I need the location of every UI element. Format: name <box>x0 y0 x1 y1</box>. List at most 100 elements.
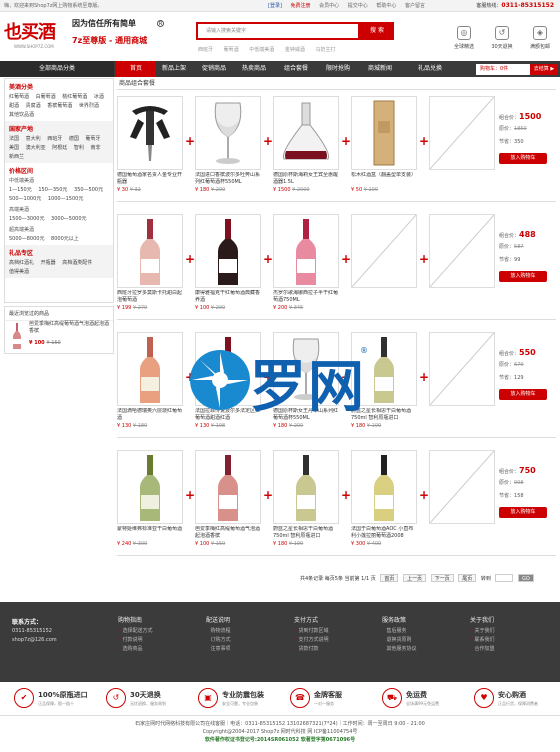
login-link[interactable]: [登录] <box>268 3 282 9</box>
checkout-button[interactable]: 去结算 ▶ <box>530 64 558 75</box>
feedback-link[interactable]: 客户留言 <box>405 3 425 9</box>
submit-center-link[interactable]: 提交中心 <box>348 3 368 9</box>
sidebar-link[interactable]: 1—150元 <box>9 187 32 193</box>
pager-next[interactable]: 下一页 <box>430 574 454 582</box>
sidebar-link[interactable]: 350—500元 <box>74 187 103 193</box>
product-name[interactable]: 蒙特姬维弗标准亚干白葡萄酒 <box>117 526 183 540</box>
product-image[interactable] <box>195 96 261 170</box>
sidebar-link[interactable]: 澳大利亚 <box>26 145 46 151</box>
nav-item-combo[interactable]: 组合套餐 <box>276 61 316 77</box>
wine-bottle-thumb[interactable] <box>11 323 23 349</box>
footer-link[interactable]: 付款说明 <box>118 636 188 645</box>
combo-product[interactable] <box>351 214 417 305</box>
hot-word[interactable]: 金钟威酒 <box>285 47 305 53</box>
product-name[interactable] <box>429 172 495 186</box>
sidebar-link[interactable]: 葡萄牙 <box>85 136 100 142</box>
sidebar-link[interactable]: 高档酒类配件 <box>62 260 92 266</box>
product-name[interactable]: 德国原杯斯海莉女王宾至惠醒酒器1.5L <box>273 172 339 186</box>
sidebar-link[interactable]: 5000—8000元 <box>9 236 44 242</box>
pager-last[interactable]: 尾页 <box>458 574 477 582</box>
hot-word[interactable]: 马奶主打 <box>315 47 335 53</box>
sidebar-link[interactable]: 德国 <box>69 136 79 142</box>
combo-product[interactable]: 蒙特姬维弗标准亚干白葡萄酒 ¥ 240 ¥ 300 <box>117 450 183 547</box>
product-name[interactable] <box>429 526 495 540</box>
sidebar-link[interactable]: 新西兰 <box>9 154 24 160</box>
combo-product[interactable]: 芭爱季梅红高缇葡萄酒气泡酒起泡酒香槟 ¥ 100 ¥ 150 <box>195 450 261 547</box>
sidebar-link[interactable]: 法国 <box>9 136 19 142</box>
product-image[interactable] <box>117 332 183 406</box>
sidebar-link[interactable]: 开瓶器 <box>41 260 56 266</box>
combo-product[interactable]: 法国进口香槟波尔多吐奔山系列红葡萄酒杯550ML ¥ 180 ¥ 200 <box>195 96 261 193</box>
sidebar-link[interactable]: 世界烈酒 <box>79 103 99 109</box>
combo-product[interactable]: 蔚蓝之星长相思干白葡萄酒750ml 智利原瓶进口 ¥ 180 ¥ 199 <box>273 450 339 547</box>
sidebar-link[interactable]: 500—1000元 <box>9 196 41 202</box>
footer-link[interactable]: 退换货原则 <box>382 636 452 645</box>
product-name[interactable]: 芭爱季梅红高缇葡萄酒气泡酒起泡酒香槟 <box>195 526 261 540</box>
sidebar-link[interactable]: 红葡萄酒 <box>9 94 29 100</box>
product-name[interactable]: 西班牙拉罗多莫斯卡托甜白起泡葡萄酒 <box>117 290 183 304</box>
search-input[interactable]: 请输入搜索关键字 <box>196 22 360 40</box>
footer-link[interactable]: 注意事项 <box>206 645 276 654</box>
product-image[interactable] <box>117 450 183 524</box>
product-image[interactable] <box>273 214 339 288</box>
product-name[interactable]: 杰罗尔歌海娜西拉子半干红葡萄酒750ML <box>273 290 339 304</box>
product-name[interactable]: 法国滴哈德瑞奥六层烧红葡萄酒 <box>117 408 183 422</box>
combo-product[interactable]: 法国滴哈德瑞奥六层烧红葡萄酒 ¥ 130 ¥ 180 <box>117 332 183 429</box>
sidebar-link[interactable]: 冰酒 <box>94 94 104 100</box>
footer-link[interactable]: 售后服务 <box>382 627 452 636</box>
product-name[interactable]: 德国葡萄酒家名贵人金专业开瓶器 <box>117 172 183 186</box>
combo-product[interactable]: 松木红酒盒（翻盖型单支装） ¥ 50 ¥ 100 <box>351 96 417 193</box>
nav-item-news[interactable]: 商城新闻 <box>360 61 400 77</box>
sidebar-link[interactable]: 高档红酒礼 <box>9 260 34 266</box>
pager-go-button[interactable]: GO <box>518 574 534 582</box>
member-center-link[interactable]: 会员中心 <box>319 3 339 9</box>
all-categories-button[interactable]: 全部商品分类 <box>0 61 114 77</box>
sidebar-link[interactable]: 智利 <box>74 145 84 151</box>
register-link[interactable]: 免费注册 <box>291 3 311 9</box>
sidebar-link[interactable]: 值得美酒 <box>9 269 29 275</box>
sidebar-link[interactable]: 南非 <box>90 145 100 151</box>
nav-item-new[interactable]: 新品上架 <box>154 61 194 77</box>
pager-prev[interactable]: 上一页 <box>402 574 426 582</box>
footer-link[interactable]: 选购商品 <box>118 645 188 654</box>
product-image[interactable] <box>351 450 417 524</box>
sidebar-link[interactable]: 香槟葡萄酒 <box>47 103 72 109</box>
combo-product[interactable]: 康得雅福克干红葡萄酒典藏香养酒 ¥ 100 ¥ 200 <box>195 214 261 311</box>
pager-first[interactable]: 首页 <box>380 574 399 582</box>
combo-product[interactable]: 德国葡萄酒家名贵人金专业开瓶器 ¥ 30 ¥ 32 <box>117 96 183 193</box>
footer-link[interactable]: 联系我们 <box>470 636 540 645</box>
footer-link[interactable]: 支付方式说明 <box>294 636 364 645</box>
hot-word[interactable]: 葡萄酒 <box>224 47 239 53</box>
combo-product[interactable]: 德国原杯斯海莉女王宾至惠醒酒器1.5L ¥ 1500 ¥ 2000 <box>273 96 339 193</box>
nav-item-gift[interactable]: 礼品兑换 <box>410 61 450 77</box>
sidebar-link[interactable]: 其他饮品酒 <box>9 112 34 118</box>
product-image[interactable] <box>195 450 261 524</box>
sidebar-link[interactable]: 甜酒 <box>9 103 19 109</box>
hot-word[interactable]: 中低端美酒 <box>249 47 274 53</box>
help-center-link[interactable]: 帮助中心 <box>376 3 396 9</box>
footer-link[interactable]: 订购方式 <box>206 636 276 645</box>
combo-product[interactable]: 杰罗尔歌海娜西拉子半干红葡萄酒750ML ¥ 200 ¥ 345 <box>273 214 339 311</box>
pager-jump-input[interactable] <box>495 574 514 582</box>
nav-item-promo[interactable]: 促销商品 <box>194 61 234 77</box>
recent-product-name[interactable]: 芭爱季梅红高缇葡萄酒气泡酒起泡酒香槟 <box>29 321 113 335</box>
footer-link[interactable]: 合作加盟 <box>470 645 540 654</box>
product-image[interactable] <box>117 96 183 170</box>
product-name[interactable]: 康得雅福克干红葡萄酒典藏香养酒 <box>195 290 261 304</box>
sidebar-link[interactable]: 贵腐酒 <box>26 103 41 109</box>
cart-summary[interactable]: 购物车：0件 <box>476 64 534 75</box>
sidebar-link[interactable]: 1000—1500元 <box>48 196 83 202</box>
footer-email[interactable]: shop7z@126.com <box>12 636 57 645</box>
footer-link[interactable]: 货到付款区域 <box>294 627 364 636</box>
add-to-cart-button[interactable]: 放入购物车 <box>499 153 547 164</box>
sidebar-link[interactable]: 1500—3000元 <box>9 216 44 222</box>
combo-product[interactable]: 西班牙拉罗多莫斯卡托甜白起泡葡萄酒 ¥ 199 ¥ 270 <box>117 214 183 311</box>
combo-product[interactable] <box>429 214 495 305</box>
product-image[interactable] <box>429 332 495 406</box>
nav-item-flash[interactable]: 限时抢购 <box>318 61 358 77</box>
combo-product[interactable]: 法国于白葡萄酒AOC 小直布利小莲拉丽葡萄酒2008 ¥ 300 ¥ 400 <box>351 450 417 547</box>
combo-product[interactable] <box>429 450 495 541</box>
sidebar-link[interactable]: 150—350元 <box>38 187 67 193</box>
add-to-cart-button[interactable]: 放入购物车 <box>499 389 547 400</box>
product-image[interactable] <box>351 96 417 170</box>
